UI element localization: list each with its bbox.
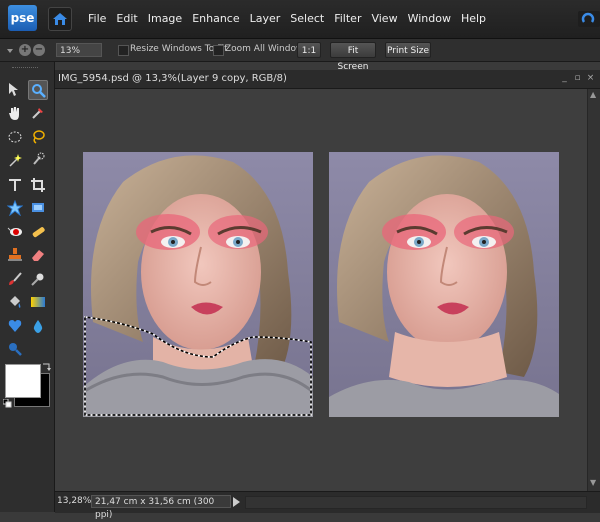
brush-tool-icon[interactable] bbox=[5, 269, 25, 289]
move-tool-icon[interactable] bbox=[5, 80, 25, 100]
menu-select[interactable]: Select bbox=[290, 12, 324, 25]
straighten-tool-icon[interactable] bbox=[28, 198, 48, 218]
hand-tool-icon[interactable] bbox=[5, 103, 25, 123]
default-colors-icon[interactable] bbox=[3, 399, 13, 409]
crop-tool-icon[interactable] bbox=[28, 175, 48, 195]
red-eye-tool-icon[interactable] bbox=[5, 222, 25, 242]
status-menu-arrow-icon[interactable] bbox=[233, 497, 240, 507]
scroll-up-icon[interactable]: ▲ bbox=[590, 91, 598, 99]
resize-windows-checkbox[interactable] bbox=[118, 45, 129, 56]
zoom-in-icon[interactable]: + bbox=[19, 44, 31, 56]
photo-edited bbox=[329, 152, 559, 417]
close-icon[interactable]: × bbox=[586, 74, 595, 83]
cookie-cutter-tool-icon[interactable] bbox=[5, 198, 25, 218]
app-logo: pse bbox=[8, 5, 37, 31]
home-button[interactable] bbox=[48, 7, 72, 31]
lasso-tool-icon[interactable] bbox=[28, 127, 48, 147]
menu-filter[interactable]: Filter bbox=[334, 12, 361, 25]
document-title-bar[interactable]: IMG_5954.psd @ 13,3%(Layer 9 copy, RGB/8… bbox=[55, 70, 600, 89]
home-icon bbox=[53, 13, 67, 25]
zoom-mode-buttons: + − bbox=[5, 43, 45, 57]
gradient-tool-icon[interactable] bbox=[28, 292, 48, 312]
menu-bar: pse File Edit Image Enhance Layer Select Filte… bbox=[0, 0, 600, 39]
menu-image[interactable]: Image bbox=[148, 12, 182, 25]
zoom-tool-icon[interactable] bbox=[28, 80, 48, 100]
zoom-level-field[interactable]: 13% bbox=[56, 43, 102, 57]
menu-file[interactable]: File bbox=[88, 12, 106, 25]
type-tool-icon[interactable] bbox=[5, 175, 25, 195]
sponge-tool-icon[interactable] bbox=[5, 339, 25, 359]
spot-healing-tool-icon[interactable] bbox=[28, 222, 48, 242]
quick-selection-tool-icon[interactable] bbox=[28, 150, 48, 170]
restore-icon[interactable]: ▫ bbox=[573, 74, 582, 83]
magic-wand-tool-icon[interactable] bbox=[5, 150, 25, 170]
scroll-down-icon[interactable]: ▼ bbox=[590, 479, 598, 487]
menu-layer[interactable]: Layer bbox=[250, 12, 281, 25]
document-title: IMG_5954.psd @ 13,3%(Layer 9 copy, RGB/8… bbox=[58, 73, 287, 84]
document-window: IMG_5954.psd @ 13,3%(Layer 9 copy, RGB/8… bbox=[55, 70, 600, 520]
zoom-out-icon[interactable]: − bbox=[33, 44, 45, 56]
menu-window[interactable]: Window bbox=[408, 12, 451, 25]
vertical-scrollbar[interactable]: ▲ ▼ bbox=[587, 89, 600, 491]
swap-colors-icon[interactable] bbox=[41, 362, 51, 372]
toolbox bbox=[0, 62, 55, 512]
foreground-color-swatch-front[interactable] bbox=[5, 364, 41, 398]
horizontal-scrollbar[interactable] bbox=[245, 496, 587, 509]
fit-screen-button[interactable]: Fit Screen bbox=[330, 42, 376, 72]
clone-stamp-tool-icon[interactable] bbox=[5, 245, 25, 265]
toolbox-grip[interactable] bbox=[12, 67, 38, 71]
main-menu: File Edit Image Enhance Layer Select Filter Vie… bbox=[88, 12, 496, 25]
menu-help[interactable]: Help bbox=[461, 12, 486, 25]
undo-icon[interactable] bbox=[578, 11, 600, 27]
actual-pixels-button[interactable]: 1:1 bbox=[297, 42, 321, 58]
minimize-icon[interactable]: _ bbox=[560, 74, 569, 83]
zoom-all-windows-checkbox[interactable] bbox=[213, 45, 224, 56]
smart-brush-tool-icon[interactable] bbox=[28, 269, 48, 289]
blur-tool-icon[interactable] bbox=[28, 316, 48, 336]
menu-edit[interactable]: Edit bbox=[116, 12, 137, 25]
image-canvas[interactable] bbox=[55, 89, 587, 491]
status-bar: 13,28% 21,47 cm x 31,56 cm (300 ppi) bbox=[55, 491, 600, 520]
chevron-down-icon[interactable] bbox=[5, 46, 15, 56]
menu-view[interactable]: View bbox=[371, 12, 397, 25]
status-doc-size: 21,47 cm x 31,56 cm (300 ppi) bbox=[91, 495, 231, 520]
photo-original bbox=[83, 152, 313, 417]
status-zoom[interactable]: 13,28% bbox=[57, 496, 91, 506]
custom-shape-tool-icon[interactable] bbox=[5, 316, 25, 336]
marquee-tool-icon[interactable] bbox=[5, 127, 25, 147]
eyedropper-tool-icon[interactable] bbox=[28, 103, 48, 123]
menu-enhance[interactable]: Enhance bbox=[192, 12, 239, 25]
options-bar: + − 13% Resize Windows To Fit Zoom All W… bbox=[0, 39, 600, 72]
print-size-button[interactable]: Print Size bbox=[385, 42, 431, 58]
paint-bucket-tool-icon[interactable] bbox=[5, 292, 25, 312]
eraser-tool-icon[interactable] bbox=[28, 245, 48, 265]
zoom-all-windows-label: Zoom All Windows bbox=[225, 44, 308, 54]
